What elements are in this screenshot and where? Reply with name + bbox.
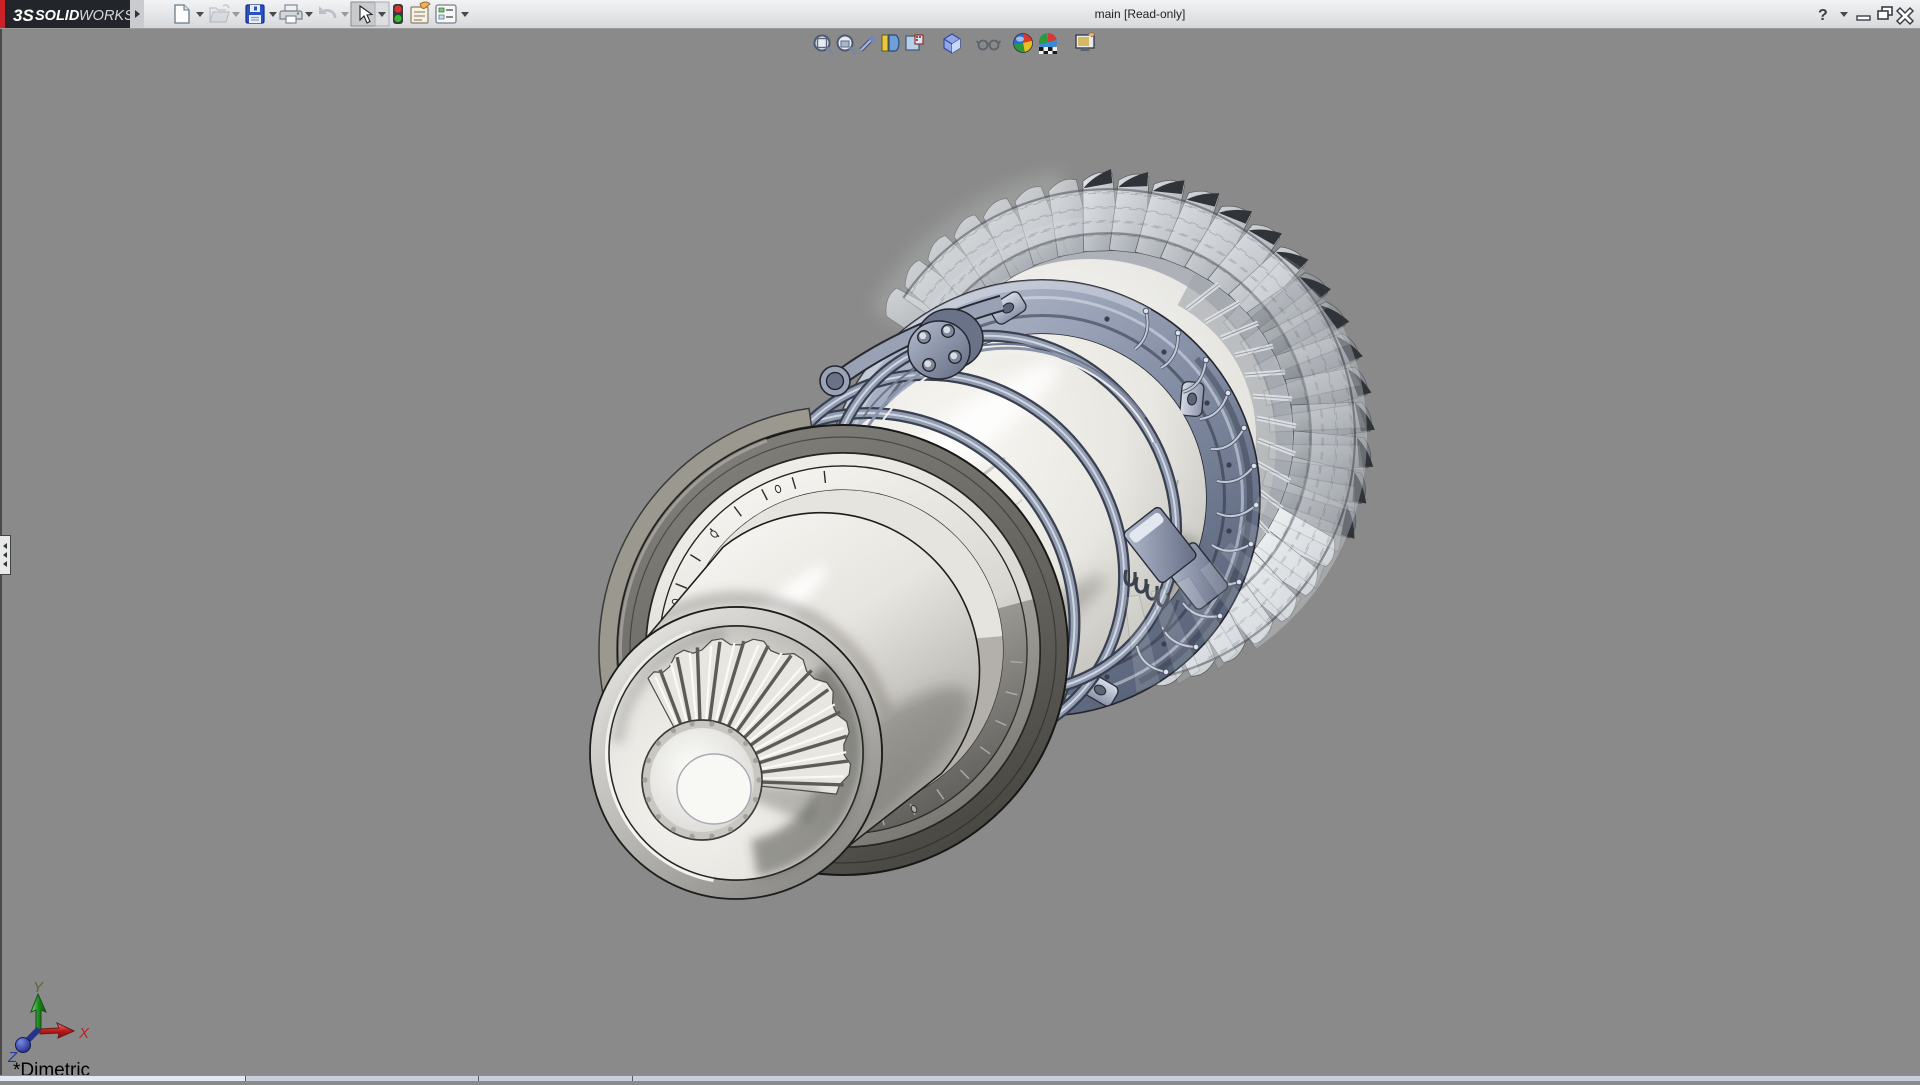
svg-text:X: X [78,1025,90,1042]
svg-text:Y: Y [33,979,44,996]
svg-text:?: ? [1818,7,1828,24]
svg-text:SOLID: SOLID [35,8,80,24]
svg-text:WORKS: WORKS [79,8,130,24]
svg-text:3S: 3S [13,6,34,25]
